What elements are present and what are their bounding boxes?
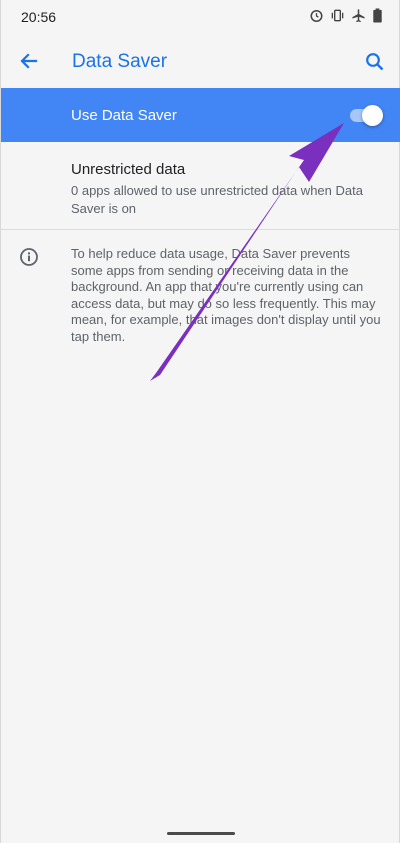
info-icon (20, 248, 38, 266)
info-footer-text: To help reduce data usage, Data Saver pr… (71, 246, 381, 344)
switch-thumb (362, 105, 383, 126)
use-data-saver-row[interactable]: Use Data Saver (1, 88, 400, 142)
back-button[interactable] (15, 49, 43, 73)
use-data-saver-label: Use Data Saver (71, 107, 177, 124)
app-bar: Data Saver (1, 34, 400, 88)
vibrate-icon (331, 9, 344, 22)
status-time: 20:56 (21, 9, 57, 25)
airplane-mode-icon (352, 9, 365, 23)
unrestricted-data-item[interactable]: Unrestricted data 0 apps allowed to use … (1, 142, 400, 229)
status-icons (309, 8, 383, 23)
battery-icon (373, 8, 382, 23)
page-title: Data Saver (72, 51, 168, 72)
arrow-back-icon (20, 53, 38, 69)
alarm-icon (310, 9, 323, 22)
unrestricted-data-summary: 0 apps allowed to use unrestricted data … (71, 183, 363, 216)
gesture-nav-handle[interactable] (167, 832, 235, 835)
data-saver-switch[interactable] (350, 105, 384, 126)
unrestricted-data-title: Unrestricted data (71, 161, 186, 178)
search-icon (366, 53, 384, 71)
divider (1, 229, 400, 230)
search-button[interactable] (363, 50, 387, 74)
status-bar: 20:56 (1, 0, 400, 34)
